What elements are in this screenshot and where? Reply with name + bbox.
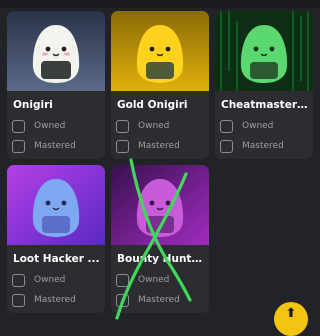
item-card-gold-onigiri[interactable]: Gold Onigiri Owned Mastered	[111, 11, 209, 159]
item-name: Loot Hacker ...	[13, 253, 100, 265]
owned-checkbox[interactable]	[116, 274, 129, 287]
mastered-label: Mastered	[34, 141, 76, 151]
item-thumbnail	[111, 165, 209, 245]
owned-label: Owned	[242, 121, 274, 131]
item-thumbnail	[7, 11, 105, 91]
owned-label: Owned	[34, 275, 66, 285]
item-name: Bounty Hunte...	[117, 253, 205, 265]
item-card-cheatmaster[interactable]: Cheatmaster ... Owned Mastered	[215, 11, 313, 159]
item-name: Onigiri	[13, 99, 53, 111]
mastered-label: Mastered	[138, 141, 180, 151]
mastered-checkbox[interactable]	[116, 140, 129, 153]
mastered-checkbox[interactable]	[12, 140, 25, 153]
item-thumbnail	[111, 11, 209, 91]
mastered-label: Mastered	[138, 295, 180, 305]
owned-label: Owned	[34, 121, 66, 131]
owned-label: Owned	[138, 121, 170, 131]
item-thumbnail	[215, 11, 313, 91]
arrow-up-icon: ⬆	[285, 306, 297, 321]
scroll-to-top-button[interactable]: ⬆	[274, 302, 308, 336]
owned-checkbox[interactable]	[116, 120, 129, 133]
item-card-onigiri[interactable]: Onigiri Owned Mastered	[7, 11, 105, 159]
mastered-checkbox[interactable]	[220, 140, 233, 153]
mastered-checkbox[interactable]	[12, 294, 25, 307]
item-card-loot-hacker[interactable]: Loot Hacker ... Owned Mastered	[7, 165, 105, 313]
owned-label: Owned	[138, 275, 170, 285]
top-strip	[0, 0, 320, 8]
owned-checkbox[interactable]	[12, 274, 25, 287]
mastered-label: Mastered	[242, 141, 284, 151]
owned-checkbox[interactable]	[220, 120, 233, 133]
mastered-label: Mastered	[34, 295, 76, 305]
item-name: Cheatmaster ...	[221, 99, 309, 111]
item-card-bounty-hunter[interactable]: Bounty Hunte... Owned Mastered	[111, 165, 209, 313]
item-name: Gold Onigiri	[117, 99, 188, 111]
mastered-checkbox[interactable]	[116, 294, 129, 307]
owned-checkbox[interactable]	[12, 120, 25, 133]
item-thumbnail	[7, 165, 105, 245]
